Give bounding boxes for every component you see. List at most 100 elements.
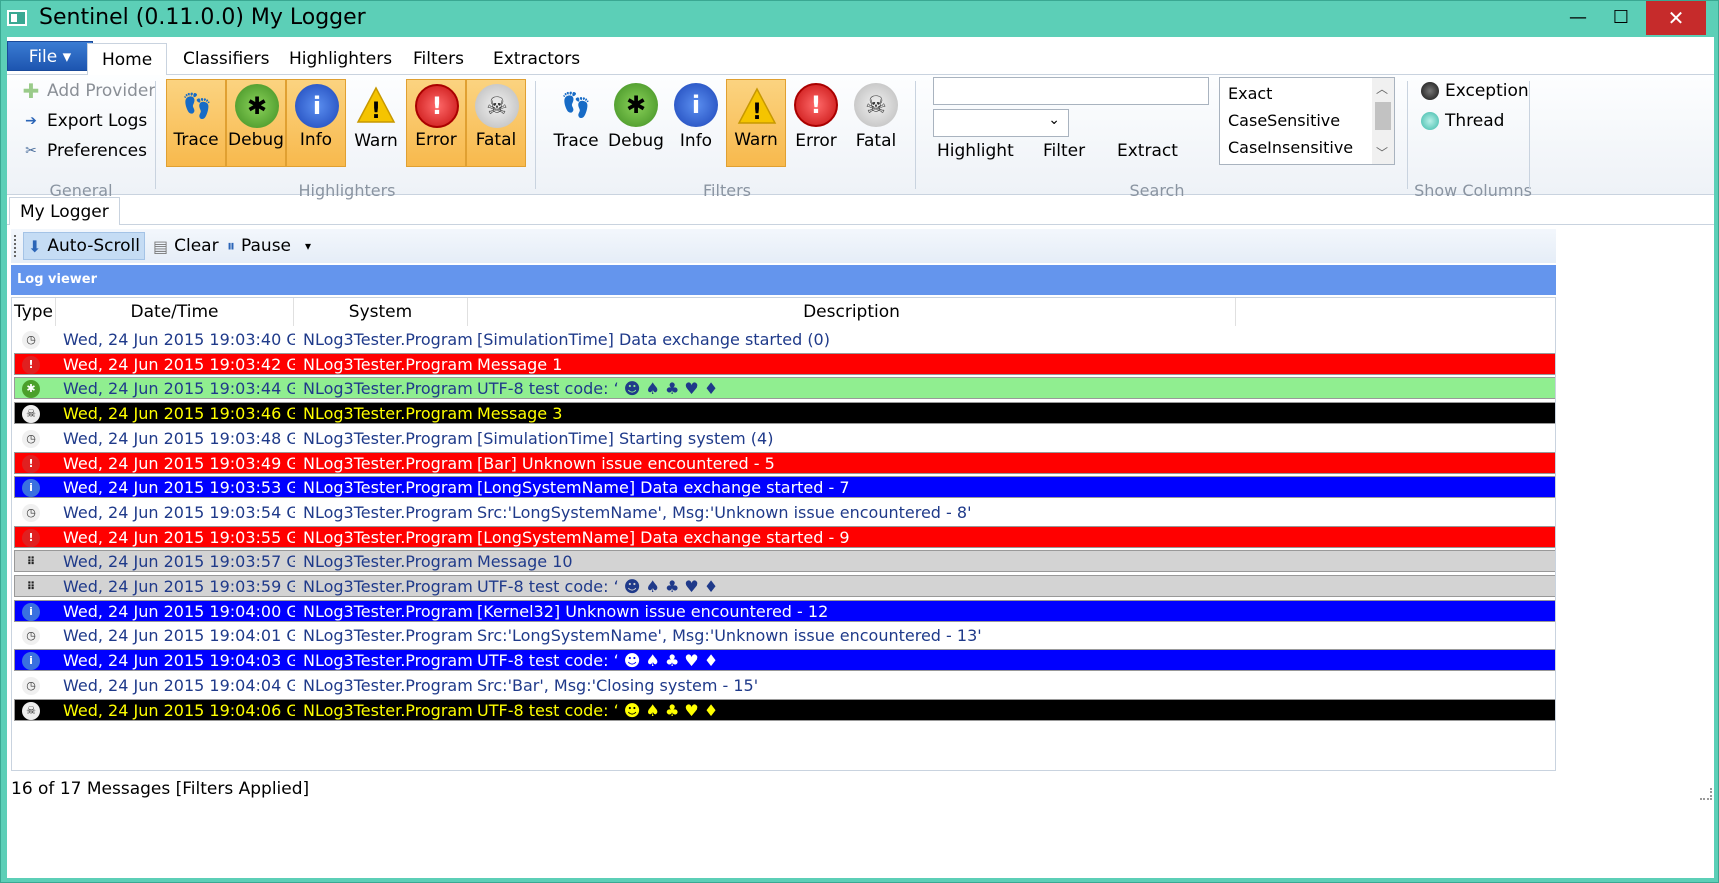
filter-trace-button[interactable]: 👣 Trace: [546, 79, 606, 167]
highlighter-info-button[interactable]: i Info: [286, 79, 346, 167]
log-grid[interactable]: Type Date/Time System Description ◷ Wed, …: [11, 297, 1556, 771]
filter-debug-button[interactable]: ✱ Debug: [606, 79, 666, 167]
pause-button[interactable]: ⏸ Pause: [223, 232, 295, 260]
filter-debug-label: Debug: [608, 131, 664, 151]
warning-icon: !: [354, 83, 398, 127]
tab-filters[interactable]: Filters: [399, 43, 478, 75]
list-item[interactable]: CaseInsensitive: [1228, 138, 1353, 157]
search-input[interactable]: [933, 77, 1209, 105]
column-header-system[interactable]: System: [294, 298, 468, 326]
error-icon: !: [415, 84, 459, 128]
thread-label: Thread: [1445, 111, 1505, 131]
document-tab-strip: My Logger: [7, 197, 1714, 225]
table-row[interactable]: ◷ Wed, 24 Jun 2015 19:04:04 GM NLog3Tester…: [14, 673, 1555, 696]
table-row[interactable]: ☠ Wed, 24 Jun 2015 19:04:06 GM NLog3Tester…: [14, 698, 1555, 721]
preferences-button[interactable]: ✂ Preferences: [21, 137, 147, 165]
column-header-datetime[interactable]: Date/Time: [56, 298, 294, 326]
column-header-description[interactable]: Description: [468, 298, 1236, 326]
bug-icon: ✱: [22, 380, 40, 399]
scrollbar[interactable]: ︿ ﹀: [1372, 78, 1394, 164]
tab-extractors[interactable]: Extractors: [479, 43, 594, 75]
cell-description: Message 1: [477, 354, 563, 374]
list-item[interactable]: CaseSensitive: [1228, 111, 1340, 130]
table-row[interactable]: ⠿ Wed, 24 Jun 2015 19:03:59 GM NLog3Tester…: [14, 575, 1555, 597]
clock-icon: ◷: [22, 676, 40, 695]
clock-icon: ◷: [22, 331, 40, 349]
filter-error-label: Error: [795, 131, 837, 151]
highlighter-error-label: Error: [415, 130, 457, 150]
file-menu-button[interactable]: File ▾: [7, 41, 93, 71]
table-row[interactable]: ◷ Wed, 24 Jun 2015 19:03:48 GM NLog3Tester…: [14, 426, 1555, 449]
toolbar-grip[interactable]: [14, 235, 17, 257]
filter-error-button[interactable]: ! Error: [786, 79, 846, 167]
table-row[interactable]: ! Wed, 24 Jun 2015 19:03:49 GM NLog3Tester…: [14, 451, 1555, 474]
search-mode-combo[interactable]: ⌄: [933, 109, 1069, 137]
export-logs-button[interactable]: ➔ Export Logs: [21, 107, 147, 135]
arrow-down-icon: ⬇: [28, 236, 42, 256]
chevron-down-icon[interactable]: ﹀: [1376, 144, 1388, 161]
filter-fatal-label: Fatal: [855, 131, 897, 151]
show-exception-toggle[interactable]: Exception: [1421, 77, 1529, 105]
table-row[interactable]: ! Wed, 24 Jun 2015 19:03:55 GM NLog3Tester…: [14, 525, 1555, 548]
match-mode-list[interactable]: Exact CaseSensitive CaseInsensitive ︿ ﹀: [1219, 77, 1395, 165]
highlighter-debug-button[interactable]: ✱ Debug: [226, 79, 286, 167]
cell-system: NLog3Tester.Program: [303, 700, 473, 720]
table-row[interactable]: ⠿ Wed, 24 Jun 2015 19:03:57 GM NLog3Tester…: [14, 550, 1555, 573]
filter-warn-label: Warn: [734, 130, 778, 150]
scrollbar-thumb[interactable]: [1375, 102, 1391, 130]
cell-datetime: Wed, 24 Jun 2015 19:03:57 GM: [63, 552, 295, 572]
add-provider-button[interactable]: ✚ Add Provider: [21, 77, 156, 105]
table-row[interactable]: ☠ Wed, 24 Jun 2015 19:03:46 GM NLog3Tester…: [14, 402, 1555, 425]
cell-description: [LongSystemName] Data exchange started -…: [477, 478, 850, 498]
cell-datetime: Wed, 24 Jun 2015 19:04:04 GM: [63, 675, 295, 695]
show-thread-toggle[interactable]: Thread: [1421, 107, 1504, 135]
cell-system: NLog3Tester.Program: [303, 354, 473, 374]
filter-info-button[interactable]: i Info: [666, 79, 726, 167]
extract-search-button[interactable]: Extract: [1117, 141, 1178, 161]
tab-classifiers[interactable]: Classifiers: [169, 43, 283, 75]
table-row[interactable]: ◷ Wed, 24 Jun 2015 19:04:01 GM NLog3Tester…: [14, 624, 1555, 647]
table-row[interactable]: i Wed, 24 Jun 2015 19:03:53 GM NLog3Tester…: [14, 476, 1555, 499]
maximize-button[interactable]: ☐: [1598, 1, 1644, 35]
info-icon: i: [22, 602, 40, 621]
title-bar[interactable]: Sentinel (0.11.0.0) My Logger — ☐ ✕: [1, 1, 1718, 37]
info-icon: i: [22, 652, 40, 671]
highlight-search-button[interactable]: Highlight: [937, 141, 1014, 161]
table-row[interactable]: ◷ Wed, 24 Jun 2015 19:03:54 GM NLog3Tester…: [14, 500, 1555, 523]
column-header-type[interactable]: Type: [12, 298, 56, 326]
highlighter-trace-button[interactable]: 👣 Trace: [166, 79, 226, 167]
clock-icon: ◷: [22, 627, 40, 646]
highlighter-warn-button[interactable]: ! Warn: [346, 79, 406, 167]
tab-my-logger[interactable]: My Logger: [9, 197, 120, 225]
group-separator: [1407, 81, 1408, 189]
window-title: Sentinel (0.11.0.0) My Logger: [39, 5, 366, 30]
auto-scroll-button[interactable]: ⬇ Auto-Scroll: [23, 232, 145, 260]
filter-warn-button[interactable]: ! Warn: [726, 79, 786, 167]
table-row[interactable]: ◷ Wed, 24 Jun 2015 19:03:40 GM NLog3Tester…: [14, 328, 1555, 350]
highlighter-fatal-button[interactable]: ☠ Fatal: [466, 79, 526, 167]
cell-description: Message 3: [477, 404, 563, 424]
cell-description: [Kernel32] Unknown issue encountered - 1…: [477, 601, 829, 621]
tab-highlighters[interactable]: Highlighters: [275, 43, 406, 75]
cell-datetime: Wed, 24 Jun 2015 19:04:03 GM: [63, 651, 295, 671]
exception-label: Exception: [1445, 81, 1529, 101]
tab-home[interactable]: Home: [87, 43, 168, 76]
table-row[interactable]: ! Wed, 24 Jun 2015 19:03:42 GM NLog3Tester…: [14, 352, 1555, 375]
list-item[interactable]: Exact: [1228, 84, 1272, 103]
highlighter-error-button[interactable]: ! Error: [406, 79, 466, 167]
minimize-button[interactable]: —: [1555, 1, 1601, 35]
cell-system: NLog3Tester.Program: [303, 651, 473, 671]
chevron-up-icon[interactable]: ︿: [1376, 80, 1388, 97]
filter-fatal-button[interactable]: ☠ Fatal: [846, 79, 906, 167]
toolbar-overflow-icon[interactable]: ▾: [305, 239, 311, 253]
cell-description: [SimulationTime] Starting system (4): [477, 428, 774, 448]
svg-text:!: !: [752, 100, 762, 125]
table-row[interactable]: i Wed, 24 Jun 2015 19:04:00 GM NLog3Tester…: [14, 599, 1555, 622]
table-row[interactable]: ✱ Wed, 24 Jun 2015 19:03:44 GM NLog3Tester…: [14, 377, 1555, 400]
clear-button[interactable]: ▤ Clear: [149, 232, 223, 260]
filter-search-button[interactable]: Filter: [1043, 141, 1085, 161]
resize-grip[interactable]: [1700, 788, 1712, 800]
close-button[interactable]: ✕: [1646, 1, 1706, 35]
table-row[interactable]: i Wed, 24 Jun 2015 19:04:03 GM NLog3Tester…: [14, 649, 1555, 672]
preferences-label: Preferences: [47, 141, 147, 161]
